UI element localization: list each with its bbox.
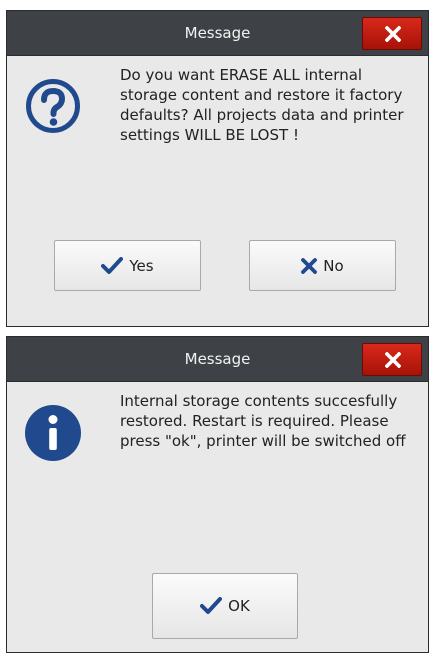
ok-label: OK xyxy=(228,597,250,615)
close-button[interactable] xyxy=(362,17,422,50)
info-dialog: Message Internal storage contents succes… xyxy=(6,336,429,653)
title-bar: Message xyxy=(7,337,428,382)
close-icon xyxy=(385,26,401,42)
close-button[interactable] xyxy=(362,343,422,376)
yes-button[interactable]: Yes xyxy=(54,240,201,291)
checkmark-icon xyxy=(101,256,124,275)
title-bar: Message xyxy=(7,11,428,56)
close-icon xyxy=(385,352,401,368)
question-icon xyxy=(26,79,80,133)
cross-icon xyxy=(301,257,318,274)
yes-label: Yes xyxy=(129,256,154,275)
no-label: No xyxy=(323,256,344,275)
ok-button[interactable]: OK xyxy=(152,573,298,639)
checkmark-icon xyxy=(200,597,223,615)
confirm-dialog: Message Do you want ERASE ALL internal s… xyxy=(6,10,429,327)
message-text: Internal storage contents succesfully re… xyxy=(120,392,406,450)
no-button[interactable]: No xyxy=(249,240,396,291)
info-icon xyxy=(25,405,81,461)
message-text: Do you want ERASE ALL internal storage c… xyxy=(120,66,404,144)
